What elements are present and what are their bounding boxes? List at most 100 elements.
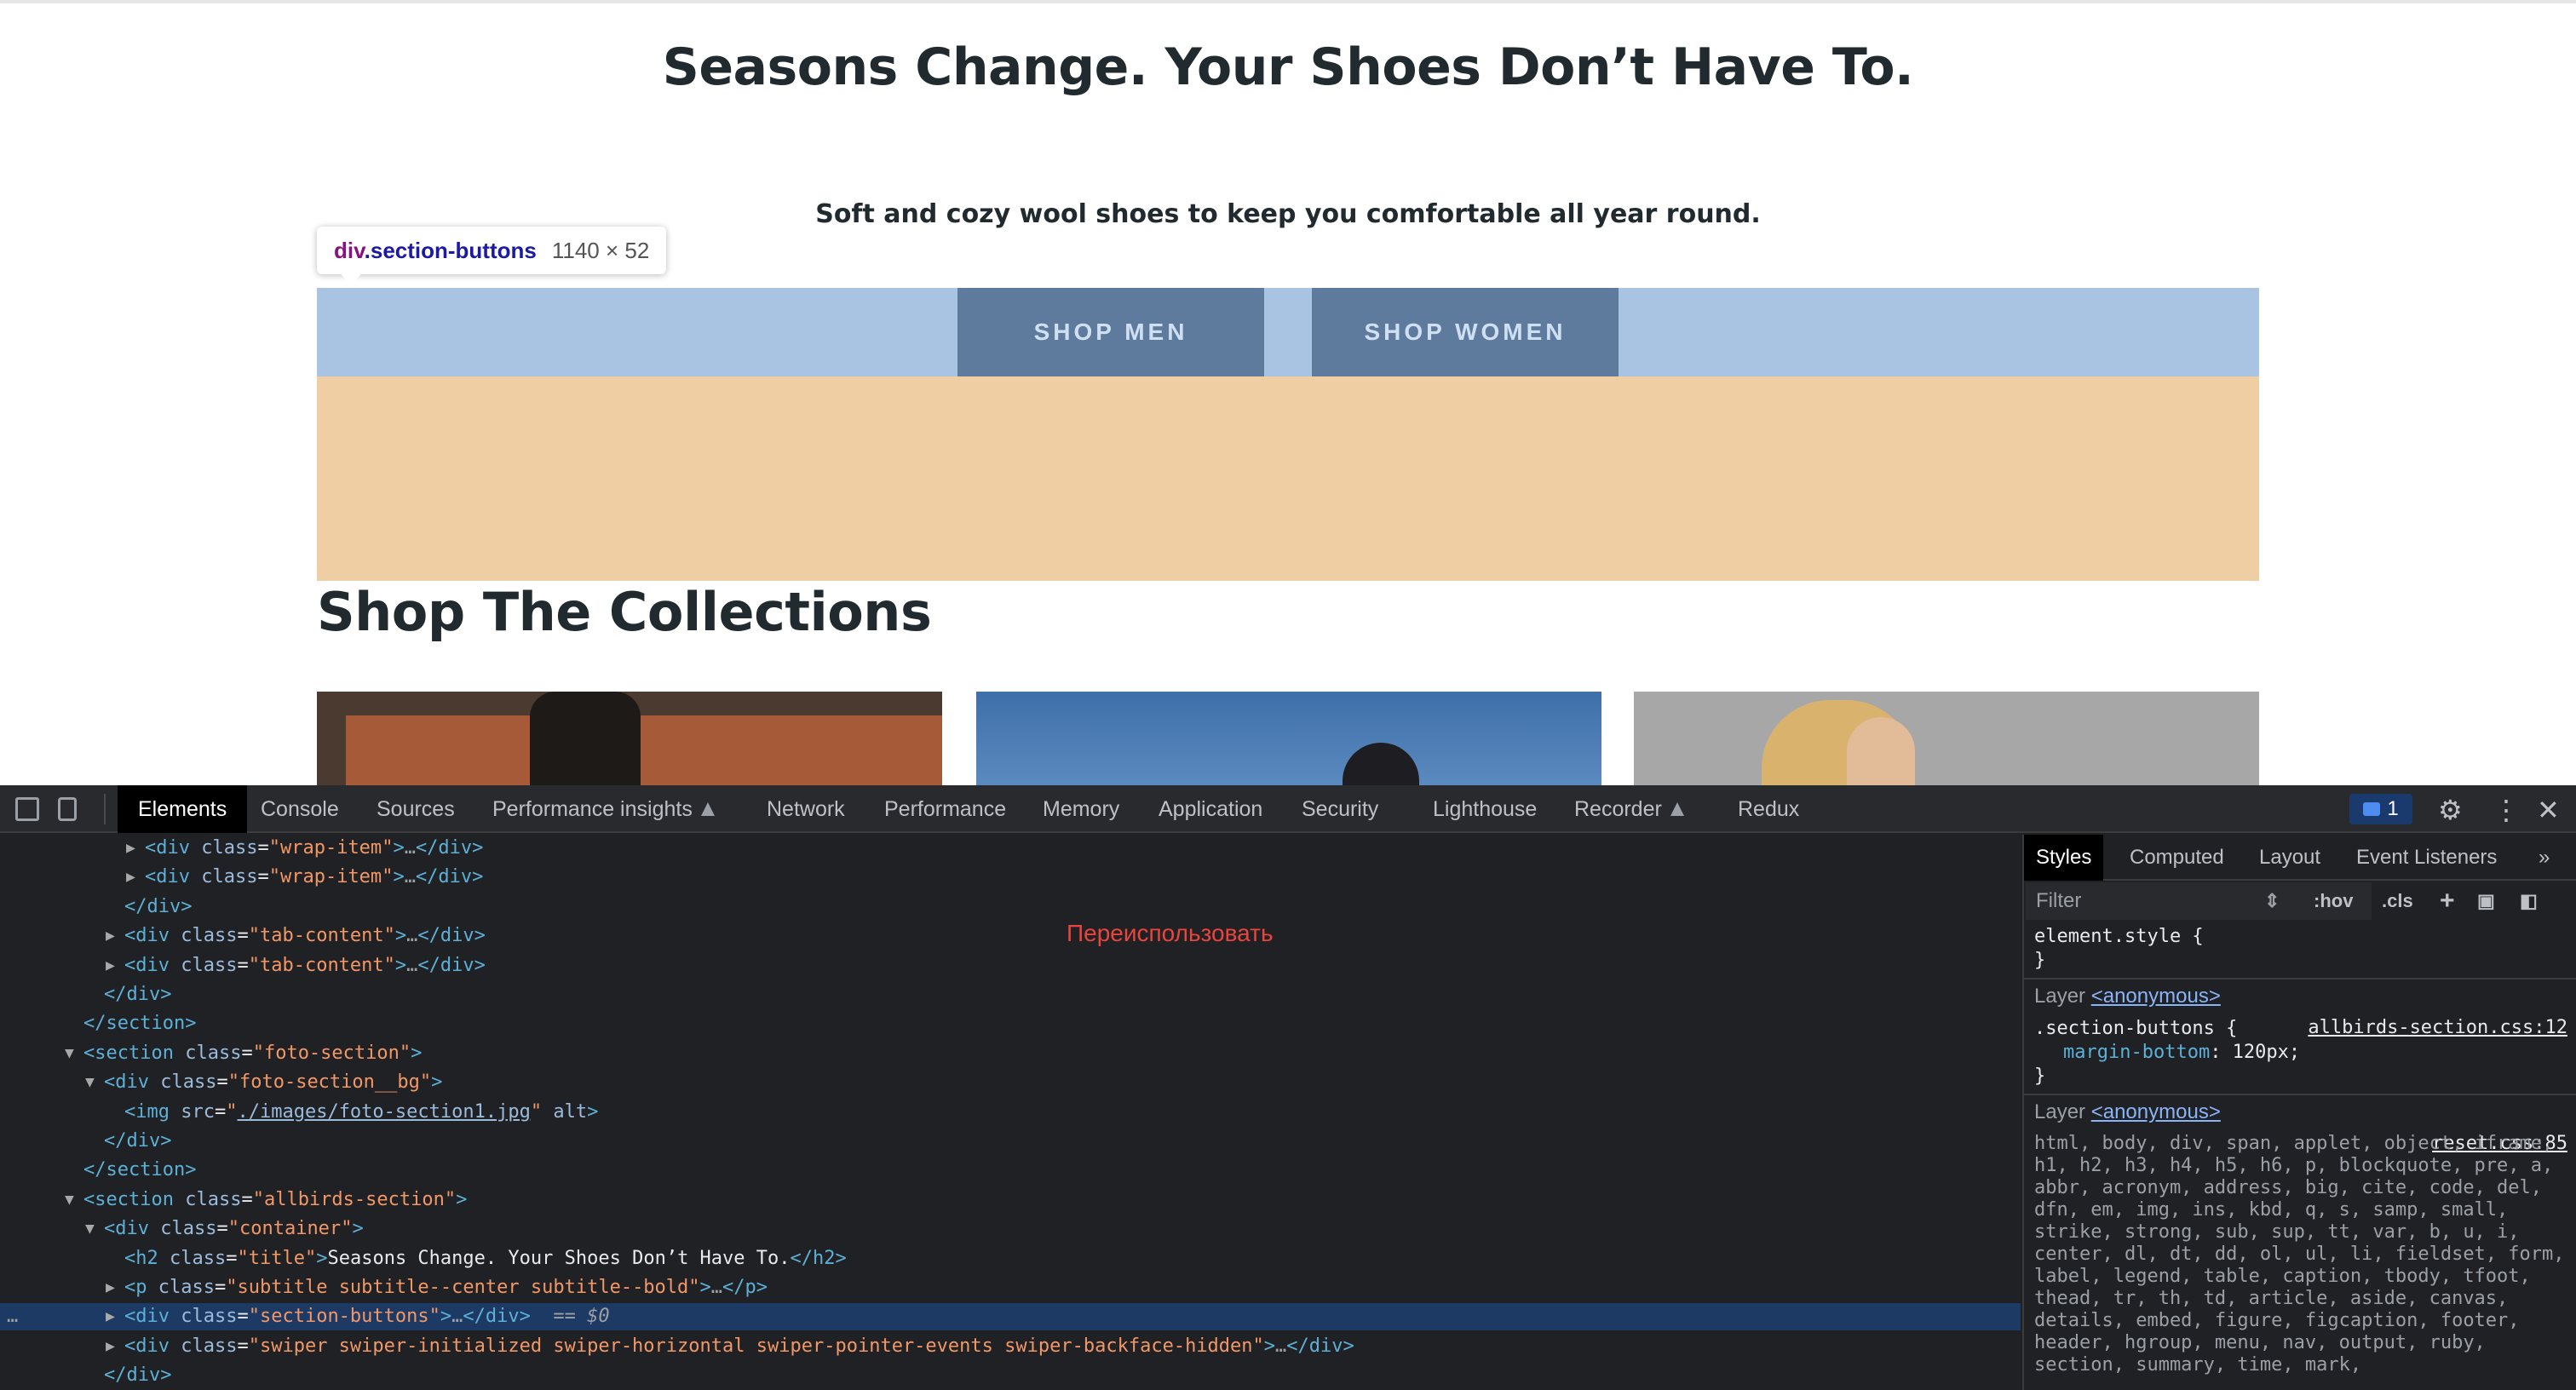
expand-arrow-icon[interactable]: ▶ <box>126 835 135 862</box>
collapse-arrow-icon[interactable]: ▼ <box>85 1215 95 1243</box>
rule1-source-link[interactable]: allbirds-section.css:12 <box>2308 1017 2567 1038</box>
page-subtitle: Soft and cozy wool shoes to keep you com… <box>815 199 1761 229</box>
issues-badge[interactable]: 1 <box>2349 794 2412 824</box>
filter-options-icon[interactable]: ⇕ <box>2264 882 2280 920</box>
tooltip-size: 1140 × 52 <box>551 237 650 263</box>
dom-node-markup: <div class="wrap-item">…</div> <box>145 837 484 859</box>
dom-node-markup: </div> <box>104 984 172 1005</box>
dom-node-row[interactable]: ▶ <p class="subtitle subtitle--center sub… <box>0 1274 2021 1301</box>
tab-performance[interactable]: Performance <box>884 785 1006 833</box>
cls-toggle[interactable]: .cls <box>2382 882 2413 920</box>
dom-node-row[interactable]: <h2 class="title">Seasons Change. Your S… <box>0 1245 2021 1272</box>
dom-node-markup: </div> <box>124 895 193 917</box>
inspect-element-icon[interactable] <box>15 797 39 821</box>
dom-node-markup: <div class="swiper swiper-initialized sw… <box>124 1335 1354 1357</box>
dom-node-row[interactable]: </div> <box>0 893 2021 921</box>
dom-node-row[interactable]: </div> <box>0 981 2021 1008</box>
tab-performance-insights-label: Performance insights <box>492 796 693 821</box>
expand-arrow-icon[interactable]: ▶ <box>106 922 115 950</box>
new-rule-icon[interactable]: + <box>2440 882 2455 920</box>
rule-divider <box>2024 1094 2576 1095</box>
dom-node-row[interactable]: ▼ <div class="foto-section__bg"> <box>0 1069 2021 1096</box>
collections-title: Shop The Collections <box>317 581 932 643</box>
dom-node-row[interactable]: ▶ <div class="wrap-item">…</div> <box>0 864 2021 891</box>
experiment-flask-icon <box>700 802 715 816</box>
tab-lighthouse[interactable]: Lighthouse <box>1433 785 1537 833</box>
dom-node-row[interactable]: ▼ <section class="allbirds-section"> <box>0 1186 2021 1214</box>
page-viewport: Seasons Change. Your Shoes Don’t Have To… <box>0 0 2576 785</box>
tab-network[interactable]: Network <box>767 785 845 833</box>
collection-card-3[interactable] <box>1634 692 2259 785</box>
dom-tree: Переиспользовать ▶ <div class="wrap-item"… <box>0 835 2021 1390</box>
dom-node-row[interactable]: ▼ <div class="container"> <box>0 1215 2021 1243</box>
dom-node-row[interactable]: </section> <box>0 1010 2021 1037</box>
collapse-arrow-icon[interactable]: ▼ <box>85 1069 95 1096</box>
styles-tabs: Styles Computed Layout Event Listeners » <box>2024 835 2576 881</box>
dom-node-row[interactable]: ▶ <div class="section-buttons">…</div> ==… <box>0 1303 2021 1331</box>
dom-node-row[interactable]: ▼ <section class="foto-section"> <box>0 1040 2021 1067</box>
expand-arrow-icon[interactable]: ▶ <box>106 952 115 979</box>
tab-sources[interactable]: Sources <box>377 785 455 833</box>
more-tabs-icon[interactable]: » <box>2539 835 2550 881</box>
collection-card-2[interactable] <box>976 692 1601 785</box>
devtools-toolbar: Elements Console Sources Performance ins… <box>0 785 2576 833</box>
dom-node-row[interactable]: ▶ <div class="tab-content">…</div> <box>0 952 2021 979</box>
dom-node-markup: <section class="foto-section"> <box>83 1042 423 1064</box>
paint-icon[interactable]: ▣ <box>2477 882 2495 920</box>
dom-node-markup: <div class="tab-content">…</div> <box>124 925 486 947</box>
device-toolbar-icon[interactable] <box>58 797 77 821</box>
tab-security[interactable]: Security <box>1302 785 1378 833</box>
layer-text: Layer <box>2034 1100 2086 1123</box>
tooltip-tag: div <box>334 237 365 263</box>
rule1-property: margin-bottom <box>2063 1042 2211 1063</box>
layer-anonymous-link[interactable]: <anonymous> <box>2091 985 2221 1008</box>
expand-arrow-icon[interactable]: ▶ <box>106 1274 115 1301</box>
tab-console[interactable]: Console <box>261 785 339 833</box>
margin-highlight <box>317 376 2259 581</box>
expand-arrow-icon[interactable]: ▶ <box>106 1333 115 1360</box>
dom-node-row[interactable]: ▶ <div class="wrap-item">…</div> <box>0 835 2021 862</box>
tab-event-listeners[interactable]: Event Listeners <box>2356 835 2497 881</box>
dom-node-row[interactable]: </div> <box>0 1362 2021 1389</box>
tab-recorder[interactable]: Recorder <box>1574 785 1684 833</box>
tab-styles[interactable]: Styles <box>2024 835 2104 881</box>
dom-node-markup: <img src="./images/foto-section1.jpg" al… <box>124 1100 599 1123</box>
dom-node-row[interactable]: </section> <box>0 1157 2021 1184</box>
dom-node-markup: </div> <box>104 1130 172 1152</box>
close-devtools-icon[interactable]: ✕ <box>2537 794 2560 826</box>
settings-gear-icon[interactable]: ⚙ <box>2438 794 2463 826</box>
layer-anonymous-link[interactable]: <anonymous> <box>2091 1100 2221 1123</box>
sidebar-toggle-icon[interactable]: ◧ <box>2520 882 2538 920</box>
node-actions-icon[interactable]: … <box>7 1303 18 1330</box>
devtools-panel: Elements Console Sources Performance ins… <box>0 785 2576 1390</box>
tab-layout[interactable]: Layout <box>2259 835 2320 881</box>
shop-men-button[interactable]: SHOP MEN <box>957 288 1264 376</box>
dom-node-row[interactable]: ▶ <div class="tab-content">…</div> <box>0 922 2021 950</box>
dom-node-row[interactable]: <img src="./images/foto-section1.jpg" al… <box>0 1099 2021 1126</box>
tab-elements[interactable]: Elements <box>118 785 248 833</box>
dom-node-markup: <section class="allbirds-section"> <box>83 1188 468 1210</box>
collapse-arrow-icon[interactable]: ▼ <box>65 1040 74 1067</box>
collapse-arrow-icon[interactable]: ▼ <box>65 1186 74 1214</box>
rule-divider <box>2024 978 2576 979</box>
collection-card-1[interactable] <box>317 692 942 785</box>
tab-computed[interactable]: Computed <box>2130 835 2224 881</box>
tab-memory[interactable]: Memory <box>1043 785 1119 833</box>
dom-node-row[interactable]: ▶ <div class="swiper swiper-initialized s… <box>0 1333 2021 1360</box>
experiment-flask-icon <box>1670 802 1684 816</box>
dom-node-markup: <h2 class="title">Seasons Change. Your S… <box>124 1247 847 1269</box>
more-options-icon[interactable]: ⋮ <box>2493 794 2520 826</box>
toolbar-divider <box>104 794 106 824</box>
expand-arrow-icon[interactable]: ▶ <box>126 864 135 891</box>
dom-node-markup: <div class="section-buttons">…</div> == … <box>124 1306 610 1328</box>
tab-application[interactable]: Application <box>1159 785 1262 833</box>
top-divider <box>0 0 2576 3</box>
dom-node-row[interactable]: </div> <box>0 1128 2021 1155</box>
hov-toggle[interactable]: :hov <box>2314 882 2353 920</box>
expand-arrow-icon[interactable]: ▶ <box>106 1303 115 1330</box>
dom-node-markup: <div class="container"> <box>104 1218 364 1240</box>
tab-redux[interactable]: Redux <box>1738 785 1799 833</box>
shop-women-button[interactable]: SHOP WOMEN <box>1312 288 1619 376</box>
rule1-selector: .section-buttons { <box>2034 1018 2238 1039</box>
tab-performance-insights[interactable]: Performance insights <box>492 785 715 833</box>
